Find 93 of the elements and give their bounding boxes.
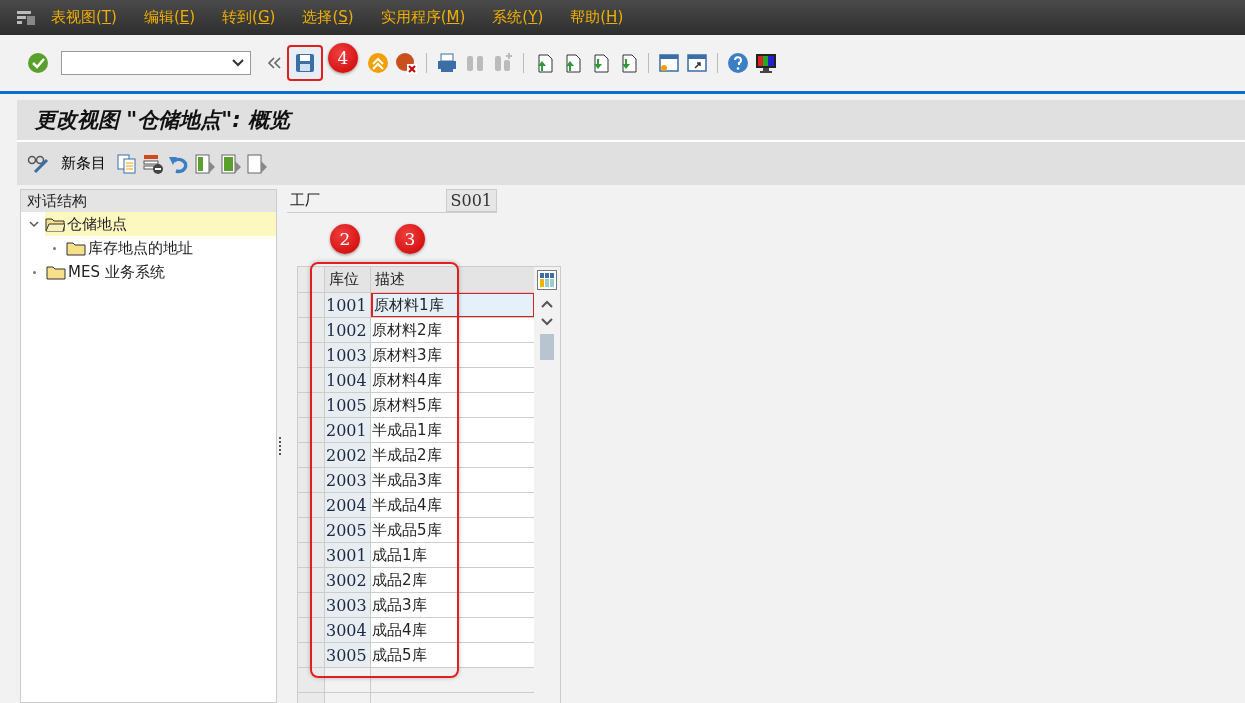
table-cell: 3002	[325, 568, 371, 592]
row-selector[interactable]	[298, 568, 325, 592]
new-window-icon[interactable]	[658, 52, 680, 74]
row-selector[interactable]	[298, 318, 325, 342]
scrollbar-thumb[interactable]	[540, 334, 554, 360]
folder-icon	[66, 240, 86, 256]
tree-header: 对话结构	[21, 190, 276, 212]
table-cell: 3004	[325, 618, 371, 642]
row-selector[interactable]	[298, 468, 325, 492]
print-icon[interactable]	[436, 52, 458, 74]
table-cell: 3003	[325, 593, 371, 617]
table-cell: 2005	[325, 518, 371, 542]
input-field[interactable]: 半成品1库	[371, 418, 534, 442]
row-selector[interactable]	[298, 593, 325, 617]
menu-item[interactable]: 系统(Y)	[492, 8, 544, 27]
input-field[interactable]: 原材料2库	[371, 318, 534, 342]
row-selector[interactable]	[298, 368, 325, 392]
table-cell: 3005	[325, 643, 371, 667]
table-cell: 2004	[325, 493, 371, 517]
table-cell: 1001	[325, 293, 371, 317]
table-cell: 1004	[325, 368, 371, 392]
leaf-dot	[33, 270, 36, 274]
input-field[interactable]: 成品4库	[371, 618, 534, 642]
table-cell: 3001	[325, 543, 371, 567]
menu-item[interactable]: 选择(S)	[302, 8, 354, 27]
input-field[interactable]: 半成品4库	[371, 493, 534, 517]
table-cell: 1002	[325, 318, 371, 342]
row-selector[interactable]	[298, 518, 325, 542]
row-selector[interactable]	[298, 343, 325, 367]
delete-row-icon[interactable]	[142, 152, 164, 175]
input-field[interactable]: 半成品3库	[371, 468, 534, 492]
row-selector[interactable]	[298, 668, 325, 692]
input-field[interactable]: 原材料4库	[371, 368, 534, 392]
column-settings-icon[interactable]	[537, 270, 557, 290]
plant-field: S001	[445, 189, 497, 212]
tree-item[interactable]: 库存地点的地址	[66, 236, 197, 260]
row-selector[interactable]	[298, 293, 325, 317]
input-field[interactable]: 成品3库	[371, 593, 534, 617]
cancel-icon[interactable]	[395, 52, 417, 74]
menu-item[interactable]: 编辑(E)	[143, 8, 196, 27]
input-field[interactable]: 半成品5库	[371, 518, 534, 542]
table-cell: 1003	[325, 343, 371, 367]
field-label: 工厂	[289, 191, 320, 210]
save-icon[interactable]	[294, 52, 316, 74]
dropdown-icon[interactable]	[232, 59, 244, 67]
help-icon[interactable]	[727, 52, 749, 74]
select-icon[interactable]	[246, 152, 268, 175]
check-icon[interactable]	[27, 52, 49, 74]
input-field[interactable]: 成品2库	[371, 568, 534, 592]
row-selector[interactable]	[298, 393, 325, 417]
folder-icon	[45, 216, 65, 232]
save-button[interactable]	[287, 45, 323, 81]
table-cell: 2002	[325, 443, 371, 467]
row-selector[interactable]	[298, 493, 325, 517]
input-field[interactable]: 原材料3库	[371, 343, 534, 367]
folder-icon	[46, 264, 66, 280]
tree-item[interactable]: MES 业务系统	[46, 260, 169, 284]
annotation-badge: 2	[330, 224, 360, 254]
row-selector[interactable]	[298, 643, 325, 667]
row-selector[interactable]	[298, 443, 325, 467]
scroll-up-icon[interactable]	[541, 300, 553, 308]
scroll-down-icon[interactable]	[541, 318, 553, 326]
command-field[interactable]	[61, 51, 251, 75]
menu-item[interactable]: 表视图(T)	[51, 8, 117, 27]
new-entries-button[interactable]: 新条目	[61, 154, 106, 173]
table-cell: 2003	[325, 468, 371, 492]
tree-item[interactable]: 仓储地点	[45, 212, 276, 236]
splitter-handle[interactable]	[279, 437, 281, 455]
menu-item[interactable]: 转到(G)	[222, 8, 276, 27]
input-field[interactable]: 成品1库	[371, 543, 534, 567]
table-cell: 2001	[325, 418, 371, 442]
input-field[interactable]: 原材料1库	[371, 293, 534, 317]
input-field[interactable]: 成品5库	[371, 643, 534, 667]
menu-icon[interactable]	[17, 10, 35, 25]
input-field[interactable]: 原材料5库	[371, 393, 534, 417]
menu-item[interactable]: 帮助(H)	[570, 8, 624, 27]
input-field[interactable]: 半成品2库	[371, 443, 534, 467]
shortcut-icon[interactable]	[686, 52, 708, 74]
glasses-pencil-icon[interactable]	[27, 153, 51, 174]
select-all-cell[interactable]	[298, 267, 325, 292]
menu-item[interactable]: 实用程序(M)	[380, 8, 466, 27]
monitor-icon[interactable]	[755, 52, 777, 74]
row-selector[interactable]	[298, 543, 325, 567]
select-icon[interactable]	[220, 152, 242, 175]
row-selector[interactable]	[298, 418, 325, 442]
select-icon[interactable]	[194, 152, 216, 175]
annotation-badge: 4	[328, 43, 358, 73]
annotation-badge: 3	[395, 224, 425, 254]
expand-icon[interactable]	[29, 219, 39, 229]
leaf-dot	[53, 246, 56, 250]
collapse-icon[interactable]	[267, 57, 281, 69]
row-selector[interactable]	[298, 618, 325, 642]
table-cell: 1005	[325, 393, 371, 417]
